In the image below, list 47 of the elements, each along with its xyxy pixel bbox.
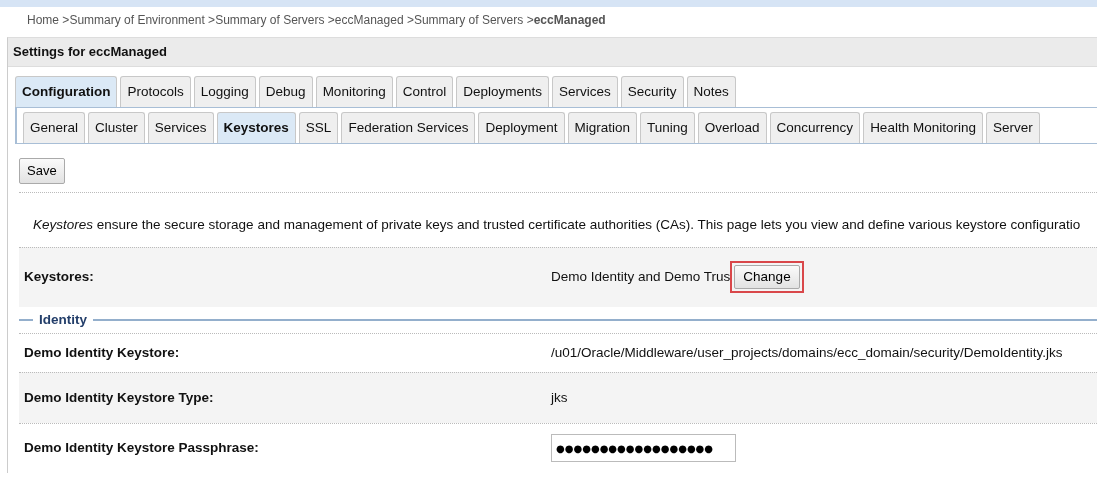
- breadcrumb-separator: >: [526, 13, 534, 27]
- breadcrumb-separator: >: [208, 13, 216, 27]
- breadcrumb-separator: >: [62, 13, 70, 27]
- breadcrumb-current: eccManaged: [533, 13, 606, 27]
- field-value: /u01/Oracle/Middleware/user_projects/domains/ecc_domain/security/DemoIdentity.jks: [551, 343, 1063, 362]
- breadcrumb-link[interactable]: eccManaged: [334, 13, 404, 27]
- change-button[interactable]: Change: [734, 265, 800, 290]
- panel-title: Settings for eccManaged: [8, 38, 1097, 67]
- tab[interactable]: Deployments: [456, 75, 549, 107]
- description-text: Keystores ensure the secure storage and management of private keys and trusted certificate authorities (CAs). This page lets you view and define various keystore configuratio: [32, 215, 1082, 234]
- tab[interactable]: Migration: [567, 111, 638, 143]
- tab[interactable]: Federation Services: [341, 111, 476, 143]
- tab[interactable]: Concurrency: [769, 111, 861, 143]
- tab[interactable]: Tuning: [640, 111, 695, 143]
- breadcrumb-link[interactable]: Summary of Servers: [413, 13, 524, 27]
- breadcrumb-separator: >: [406, 13, 414, 27]
- tab[interactable]: Protocols: [120, 75, 191, 107]
- tab[interactable]: Monitoring: [315, 75, 393, 107]
- tab[interactable]: Deployment: [478, 111, 565, 143]
- breadcrumb-link[interactable]: Home: [27, 13, 59, 27]
- tab[interactable]: Debug: [258, 75, 313, 107]
- field-value: jks: [551, 388, 568, 407]
- field-value: Demo Identity and Demo Trus: [551, 268, 731, 287]
- tab[interactable]: Services: [147, 111, 214, 143]
- tab[interactable]: Keystores: [216, 111, 296, 143]
- section-heading: Identity: [39, 310, 87, 329]
- save-button[interactable]: Save: [19, 158, 65, 184]
- tab[interactable]: Security: [620, 75, 684, 107]
- tab[interactable]: Notes: [686, 75, 736, 107]
- tab[interactable]: SSL: [298, 111, 339, 143]
- tab[interactable]: Control: [395, 75, 454, 107]
- field-label: Demo Identity Keystore Type:: [24, 388, 215, 407]
- tab[interactable]: Health Monitoring: [863, 111, 983, 143]
- field-label: Demo Identity Keystore Passphrase:: [24, 439, 260, 458]
- tab[interactable]: Cluster: [88, 111, 145, 143]
- field-label: Demo Identity Keystore:: [24, 343, 181, 362]
- tab[interactable]: Overload: [697, 111, 767, 143]
- password-field[interactable]: ●●●●●●●●●●●●●●●●●●: [551, 434, 736, 463]
- breadcrumb-link[interactable]: Summary of Environment: [69, 13, 205, 27]
- tab[interactable]: Configuration: [15, 75, 118, 107]
- tab[interactable]: Services: [552, 75, 618, 107]
- tab[interactable]: Server: [985, 111, 1040, 143]
- breadcrumb-link[interactable]: Summary of Servers: [215, 13, 325, 27]
- breadcrumb-separator: >: [327, 13, 335, 27]
- tab[interactable]: Logging: [193, 75, 256, 107]
- tab[interactable]: General: [23, 111, 86, 143]
- field-label: Keystores:: [24, 268, 95, 287]
